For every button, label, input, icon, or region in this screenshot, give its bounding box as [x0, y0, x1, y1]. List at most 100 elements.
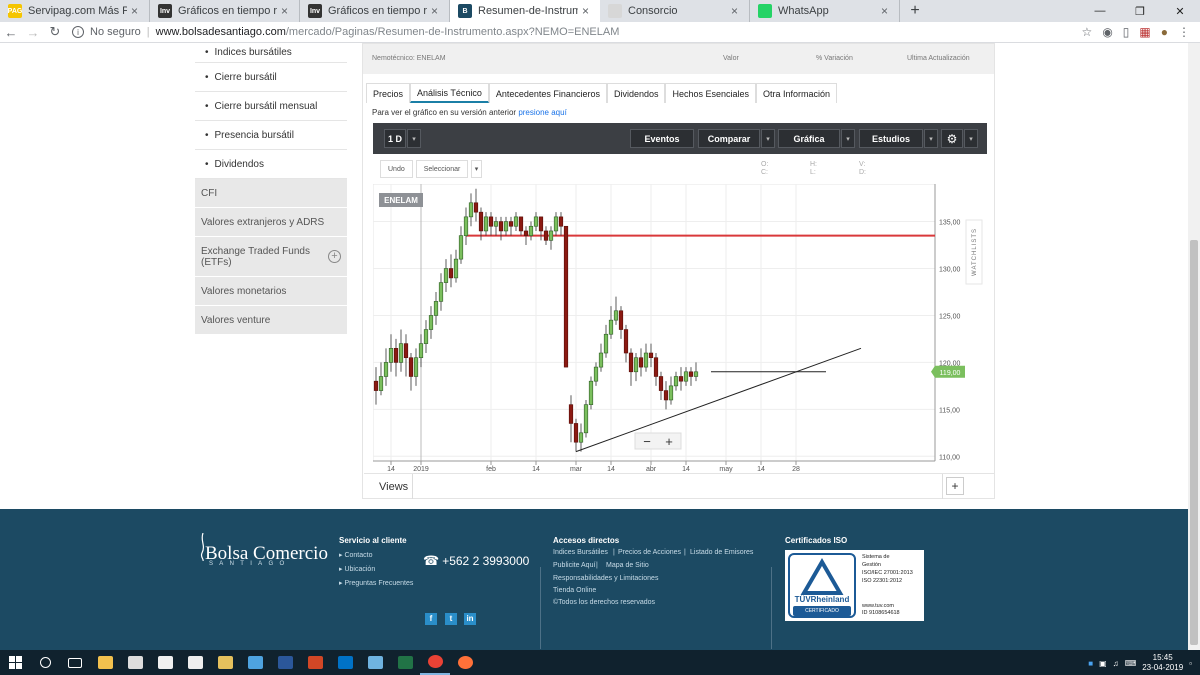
network-icon[interactable]: [360, 650, 390, 675]
tab-instrument[interactable]: Precios: [366, 83, 411, 103]
footer-acceso-link[interactable]: Tienda Online: [553, 587, 596, 594]
settings-dropdown[interactable]: ▾: [964, 129, 978, 148]
facebook-icon[interactable]: f: [425, 613, 437, 625]
outlook-tray-icon[interactable]: ■: [1088, 659, 1093, 668]
minimize-icon[interactable]: —: [1080, 0, 1120, 22]
sidebar-section[interactable]: CFI: [195, 179, 347, 208]
reload-button[interactable]: ↻: [44, 24, 66, 40]
maximize-icon[interactable]: ❐: [1120, 0, 1160, 22]
undo-button[interactable]: Undo: [380, 160, 413, 178]
footer-acceso-link[interactable]: Precios de Acciones: [618, 549, 681, 556]
file-explorer-icon[interactable]: [90, 650, 120, 675]
linkedin-icon[interactable]: in: [464, 613, 476, 625]
comparar-button[interactable]: Comparar: [698, 129, 760, 148]
forward-button[interactable]: →: [22, 25, 44, 40]
tab-instrument[interactable]: Hechos Esenciales: [665, 83, 757, 103]
footer-servicio-link[interactable]: ▸ Ubicación: [339, 565, 375, 573]
eventos-button[interactable]: Eventos: [630, 129, 694, 148]
task-view-icon[interactable]: [60, 650, 90, 675]
close-tab-icon[interactable]: ×: [881, 4, 891, 18]
expand-plus-icon[interactable]: +: [328, 250, 341, 263]
outlook-icon[interactable]: [330, 650, 360, 675]
extension-icon[interactable]: ◉: [1102, 25, 1112, 39]
phone-number[interactable]: ☎ +562 2 3993000: [423, 553, 529, 569]
estudios-dropdown[interactable]: ▾: [924, 129, 938, 148]
close-tab-icon[interactable]: ×: [281, 4, 291, 18]
pdf-extension-icon[interactable]: ▦: [1139, 25, 1150, 39]
zoom-in-button[interactable]: +: [665, 434, 673, 449]
zoom-out-button[interactable]: −: [643, 434, 651, 449]
period-button[interactable]: 1 D: [384, 129, 406, 148]
avatar[interactable]: ●: [1161, 25, 1168, 39]
select-button[interactable]: Seleccionar: [415, 160, 468, 178]
grafica-dropdown[interactable]: ▾: [841, 129, 855, 148]
footer-servicio-link[interactable]: ▸ Contacto: [339, 551, 373, 559]
calculator-icon[interactable]: [120, 650, 150, 675]
iso-certificate[interactable]: TÜVRheinland CERTIFICADO Sistema de Gest…: [785, 550, 924, 621]
calendar-icon[interactable]: [180, 650, 210, 675]
start-button[interactable]: [0, 650, 30, 675]
browser-tab[interactable]: B Resumen-de-Instrumento2 ×: [450, 0, 600, 22]
close-tab-icon[interactable]: ×: [431, 4, 441, 18]
footer-acceso-link[interactable]: Listado de Emisores: [690, 549, 753, 556]
footer-acceso-link[interactable]: Responsabilidades y Limitaciones: [553, 575, 658, 582]
sidebar-section[interactable]: Exchange Traded Funds (ETFs) +: [195, 237, 347, 277]
twitter-icon[interactable]: t: [445, 613, 457, 625]
notifications-icon[interactable]: ▫: [1189, 659, 1192, 668]
powerpoint-icon[interactable]: [300, 650, 330, 675]
settings-gear-icon[interactable]: ⚙: [941, 129, 963, 148]
estudios-button[interactable]: Estudios: [859, 129, 923, 148]
sidebar-subitem[interactable]: • Indices bursátiles: [195, 43, 347, 63]
browser-tab[interactable]: WhatsApp ×: [750, 0, 900, 22]
sidebar-section[interactable]: Valores venture: [195, 306, 347, 335]
network-tray-icon[interactable]: ▣: [1099, 659, 1107, 668]
sidebar-subitem[interactable]: • Cierre bursátil mensual: [195, 92, 347, 121]
footer-acceso-link[interactable]: Mapa de Sitio: [606, 562, 649, 569]
word-icon[interactable]: [270, 650, 300, 675]
keyboard-icon[interactable]: ⌨: [1125, 659, 1137, 668]
weather-icon[interactable]: [150, 650, 180, 675]
tab-instrument[interactable]: Análisis Técnico: [410, 83, 489, 103]
print-icon[interactable]: ▯: [1123, 25, 1130, 39]
sidebar-subitem[interactable]: • Dividendos: [195, 150, 347, 179]
sidebar-subitem[interactable]: • Cierre bursátil: [195, 63, 347, 92]
remote-desktop-icon[interactable]: [240, 650, 270, 675]
new-tab-button[interactable]: +: [900, 0, 930, 22]
info-icon[interactable]: i: [72, 26, 84, 38]
browser-tab[interactable]: PAG Servipag.com Más Pagadas - El m ×: [0, 0, 150, 22]
chrome-icon[interactable]: [420, 650, 450, 675]
footer-acceso-link[interactable]: Publicite Aquí: [553, 562, 595, 569]
scrollbar-thumb[interactable]: [1190, 240, 1198, 645]
footer-servicio-link[interactable]: ▸ Preguntas Frecuentes: [339, 579, 413, 587]
footer-acceso-link[interactable]: Indices Bursátiles: [553, 549, 608, 556]
period-dropdown[interactable]: ▾: [407, 129, 421, 148]
candlestick-chart[interactable]: 110,00115,00120,00125,00130,00135,0014 20…: [372, 183, 987, 474]
price-chart[interactable]: 110,00 115,00 120,00 125,00 130,00 135,00 14 20…: [372, 183, 987, 474]
page-scrollbar[interactable]: [1188, 43, 1200, 650]
address-bar[interactable]: i No seguro | www.bolsadesantiago.com /m…: [72, 26, 1082, 38]
search-icon[interactable]: [30, 650, 60, 675]
close-tab-icon[interactable]: ×: [582, 4, 592, 18]
tab-instrument[interactable]: Dividendos: [606, 83, 666, 103]
tab-instrument[interactable]: Antecedentes Financieros: [488, 83, 607, 103]
browser-tab[interactable]: Inv Gráficos en tiempo real - Investi ×: [150, 0, 300, 22]
close-tab-icon[interactable]: ×: [131, 4, 141, 18]
close-tab-icon[interactable]: ×: [731, 4, 741, 18]
menu-icon[interactable]: ⋮: [1178, 25, 1190, 39]
old-chart-link[interactable]: presione aquí: [518, 108, 566, 117]
grafica-button[interactable]: Gráfica: [778, 129, 840, 148]
back-button[interactable]: ←: [0, 25, 22, 40]
firefox-icon[interactable]: [450, 650, 480, 675]
sidebar-section[interactable]: Valores monetarios: [195, 277, 347, 306]
star-icon[interactable]: ☆: [1082, 25, 1093, 39]
sidebar-section[interactable]: Valores extranjeros y ADRS: [195, 208, 347, 237]
comparar-dropdown[interactable]: ▾: [761, 129, 775, 148]
clock[interactable]: 15:45 23-04-2019: [1142, 653, 1183, 673]
tab-instrument[interactable]: Otra Información: [756, 83, 838, 103]
volume-icon[interactable]: ♫: [1113, 659, 1119, 668]
sidebar-subitem[interactable]: • Presencia bursátil: [195, 121, 347, 150]
folder-icon[interactable]: [210, 650, 240, 675]
close-window-icon[interactable]: ✕: [1160, 0, 1200, 22]
select-dropdown[interactable]: ▾: [470, 160, 483, 178]
excel-icon[interactable]: [390, 650, 420, 675]
